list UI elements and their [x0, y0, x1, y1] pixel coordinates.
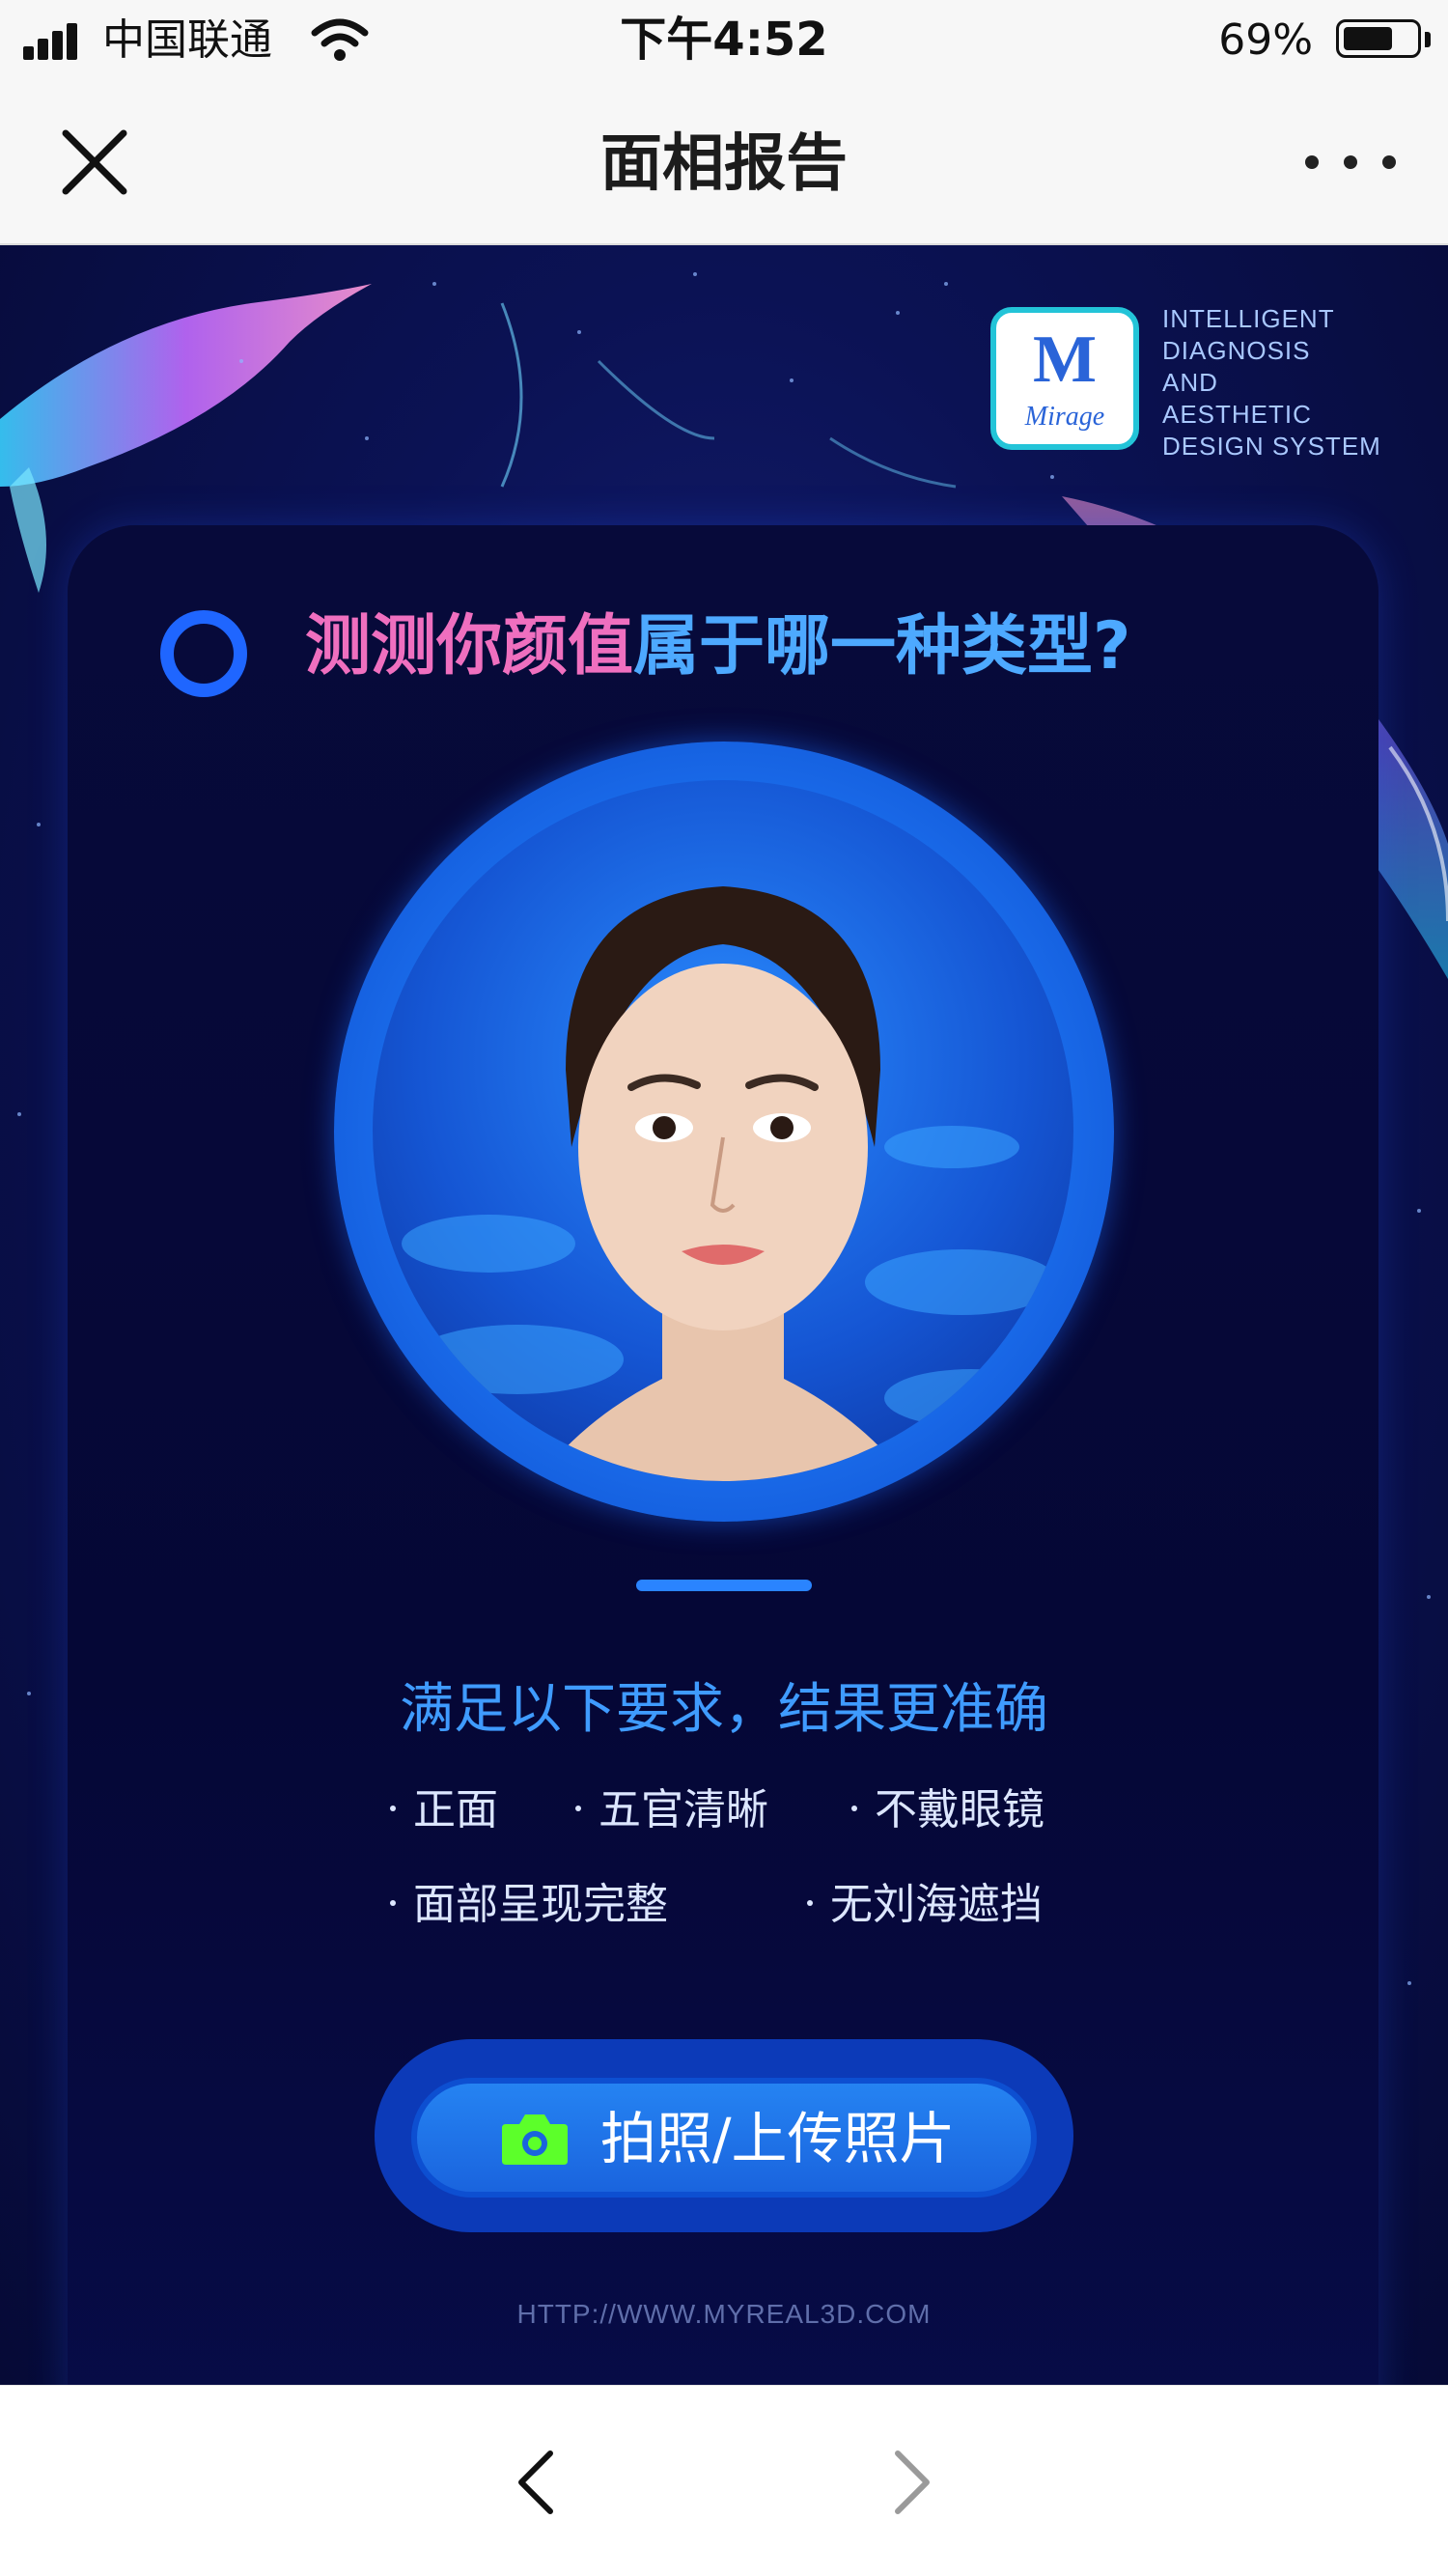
tagline-line: DESIGN SYSTEM [1162, 432, 1381, 461]
tagline-line: AESTHETIC [1162, 400, 1312, 429]
camera-icon [502, 2114, 568, 2165]
nav-bar: 面相报告 [0, 81, 1448, 245]
more-icon[interactable] [1297, 137, 1404, 185]
requirement-item: 面部呈现完整 [390, 1877, 668, 1933]
upload-photo-button[interactable]: 拍照/上传照片 [411, 2078, 1037, 2198]
battery-icon [1336, 19, 1421, 58]
status-bar: 中国联通 下午4:52 69% [0, 0, 1448, 81]
tagline-line: INTELLIGENT [1162, 304, 1335, 333]
tagline-line: DIAGNOSIS [1162, 336, 1311, 365]
requirement-item: 正面 [390, 1782, 498, 1838]
requirement-label: 五官清晰 [599, 1785, 768, 1834]
chevron-right-icon[interactable] [878, 2444, 946, 2521]
battery-tip [1425, 32, 1431, 47]
site-url: HTTP://WWW.MYREAL3D.COM [516, 2299, 932, 2329]
ring-icon [160, 610, 247, 697]
mirage-logo: M Mirage [990, 307, 1139, 450]
browser-toolbar [0, 2385, 1448, 2576]
requirement-item: 不戴眼镜 [851, 1782, 1044, 1838]
battery-percent: 69% [1218, 15, 1313, 65]
requirement-label: 面部呈现完整 [413, 1880, 668, 1929]
requirement-label: 不戴眼镜 [875, 1785, 1044, 1834]
requirement-item: 无刘海遮挡 [807, 1877, 1043, 1933]
battery-fill [1344, 27, 1392, 50]
requirement-item: 五官清晰 [575, 1782, 768, 1838]
headline: 测测你颜值属于哪一种类型? [305, 606, 1130, 687]
requirements-title: 满足以下要求，结果更准确 [400, 1678, 1048, 1741]
logo-letter: M [1032, 322, 1098, 397]
requirement-label: 正面 [413, 1785, 498, 1834]
upload-label: 拍照/上传照片 [600, 2106, 956, 2171]
logo-word: Mirage [1024, 402, 1105, 432]
page-title: 面相报告 [600, 128, 848, 200]
headline-rest: 属于哪一种类型? [633, 608, 1131, 685]
chevron-left-icon[interactable] [502, 2444, 570, 2521]
tagline-line: AND [1162, 368, 1218, 397]
logo-tagline: INTELLIGENT DIAGNOSIS AND AESTHETIC DESI… [1162, 303, 1433, 462]
close-icon[interactable] [56, 124, 133, 201]
section-divider [636, 1580, 812, 1591]
requirement-label: 无刘海遮挡 [830, 1880, 1043, 1929]
headline-highlight: 测测你颜值 [305, 608, 634, 685]
sample-face-image [373, 780, 1073, 1481]
